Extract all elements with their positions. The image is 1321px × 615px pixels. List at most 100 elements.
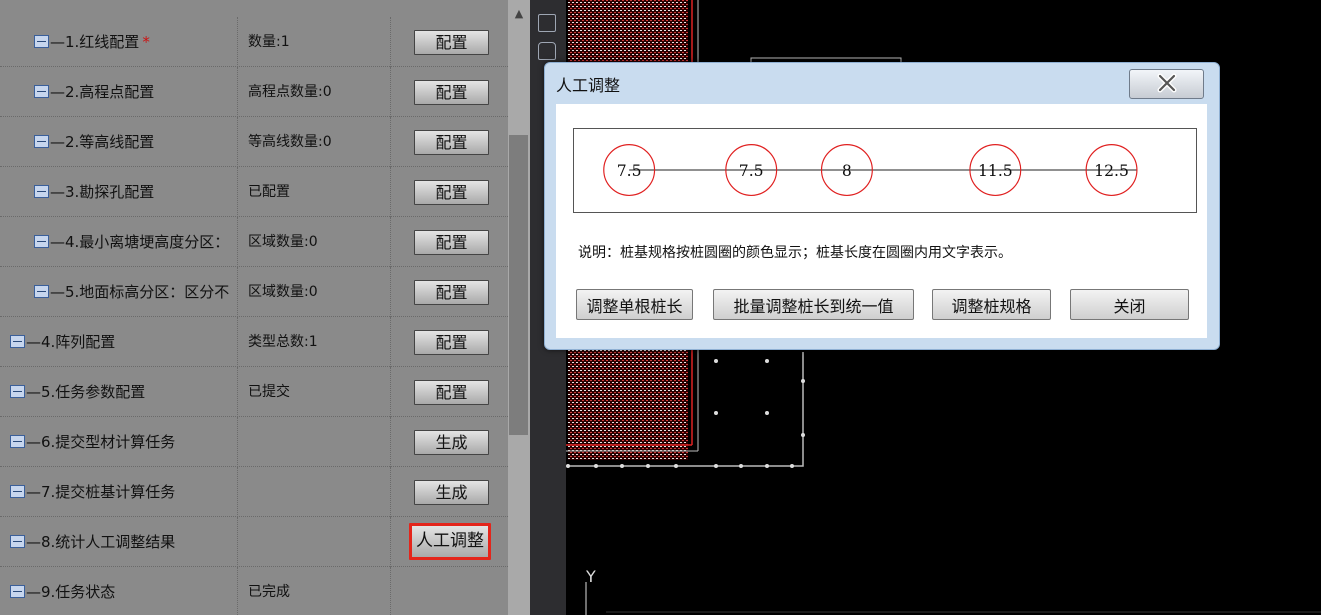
tree-item-status: 已完成 [248,584,290,600]
row-action-button[interactable]: 生成 [414,480,489,505]
column-divider [237,167,238,217]
tree-item-label: 6.提交型材计算任务 [41,433,176,451]
column-divider [390,167,391,217]
column-divider [237,117,238,167]
tree-item-status: 区域数量:0 [248,284,318,300]
column-divider [390,567,391,615]
manual-adjust-button[interactable]: 人工调整 [409,523,491,560]
row-action-button[interactable]: 配置 [414,330,489,355]
layer-eye-icon[interactable] [538,14,556,32]
required-marker: * [142,33,150,51]
collapse-toggle-icon[interactable] [10,484,25,498]
tree-item-label: 8.统计人工调整结果 [41,533,176,551]
column-divider [237,517,238,567]
column-divider [237,567,238,615]
row-action-button[interactable]: 配置 [414,80,489,105]
row-action-button[interactable]: 配置 [414,30,489,55]
tree-item-label: 2.高程点配置 [65,83,155,101]
dialog-body: 7.5 7.5 8 11.5 12.5 说明：桩基规格按桩圆圈的颜色显示；桩基长度在圆圈… [556,104,1207,338]
tree-row[interactable]: —2.等高线配置 等高线数量:0 配置 [0,117,508,167]
scroll-thumb[interactable] [509,135,528,435]
tree-item-name: —9.任务状态 [10,567,235,615]
tree-row[interactable]: —7.提交桩基计算任务 生成 [0,467,508,517]
tree-row[interactable]: —9.任务状态 已完成 [0,567,508,615]
lock-icon[interactable] [538,42,556,60]
column-divider [390,117,391,167]
column-divider [237,367,238,417]
collapse-toggle-icon[interactable] [10,534,25,548]
tree-item-label: 5.任务参数配置 [41,383,146,401]
tree-connector: — [50,83,65,101]
dialog-title: 人工调整 [556,76,621,95]
tree-item-name: —2.等高线配置 [34,117,235,167]
tree-connector: — [26,483,41,501]
tree-item-label: 2.等高线配置 [65,133,155,151]
column-divider [390,267,391,317]
tree-item-status: 数量:1 [248,34,290,50]
tree-item-name: —1.红线配置 * [34,17,235,67]
pile-length-label: 11.5 [978,162,1013,180]
column-divider [390,217,391,267]
column-divider [237,67,238,117]
adjust-pile-spec-button[interactable]: 调整桩规格 [932,289,1051,320]
tree-row[interactable]: —1.红线配置 * 数量:1 配置 [0,17,508,67]
collapse-toggle-icon[interactable] [34,284,49,298]
collapse-toggle-icon[interactable] [10,334,25,348]
pile-length-label: 8 [842,162,852,180]
collapse-toggle-icon[interactable] [34,184,49,198]
column-divider [390,417,391,467]
column-divider [390,67,391,117]
collapse-toggle-icon[interactable] [10,434,25,448]
pile-length-label: 7.5 [617,162,642,180]
tree-row[interactable]: —5.任务参数配置 已提交 配置 [0,367,508,417]
collapse-toggle-icon[interactable] [34,234,49,248]
tree-row[interactable]: —4.最小离塘埂高度分区： 区域数量:0 配置 [0,217,508,267]
collapse-toggle-icon[interactable] [34,134,49,148]
tree-row[interactable]: —4.阵列配置 类型总数:1 配置 [0,317,508,367]
scroll-up-arrow-icon[interactable]: ▲ [508,4,530,24]
batch-adjust-pile-button[interactable]: 批量调整桩长到统一值 [713,289,914,320]
tree-item-status: 等高线数量:0 [248,134,332,150]
tree-item-label: 4.最小离塘埂高度分区： [65,233,230,251]
column-divider [237,217,238,267]
adjust-single-pile-button[interactable]: 调整单根桩长 [576,289,693,320]
dialog-close-button[interactable] [1129,69,1204,99]
tree-connector: — [50,133,65,151]
collapse-toggle-icon[interactable] [10,584,25,598]
pile-preview: 7.5 7.5 8 11.5 12.5 [573,128,1197,213]
column-divider [237,267,238,317]
close-dialog-button[interactable]: 关闭 [1070,289,1189,320]
legend-note: 说明：桩基规格按桩圆圈的颜色显示；桩基长度在圆圈内用文字表示。 [578,245,1012,261]
tree-item-name: —4.阵列配置 [10,317,235,367]
column-divider [390,17,391,67]
tree-row[interactable]: —3.勘探孔配置 已配置 配置 [0,167,508,217]
collapse-toggle-icon[interactable] [34,34,49,48]
row-action-button[interactable]: 配置 [414,380,489,405]
tree-item-label: 4.阵列配置 [41,333,116,351]
tree-item-status: 区域数量:0 [248,234,318,250]
tree-item-name: —4.最小离塘埂高度分区： [34,217,235,267]
column-divider [390,467,391,517]
tree-connector: — [50,283,65,301]
tree-connector: — [26,533,41,551]
tree-item-name: —6.提交型材计算任务 [10,417,235,467]
row-action-button[interactable]: 配置 [414,230,489,255]
collapse-toggle-icon[interactable] [34,84,49,98]
tree-row[interactable]: —5.地面标高分区：区分不 区域数量:0 配置 [0,267,508,317]
column-divider [237,317,238,367]
tree-item-name: —5.地面标高分区：区分不 [34,267,235,317]
tree-row[interactable]: —6.提交型材计算任务 生成 [0,417,508,467]
collapse-toggle-icon[interactable] [10,384,25,398]
row-action-button[interactable]: 配置 [414,130,489,155]
row-action-button[interactable]: 配置 [414,180,489,205]
tree-item-label: 3.勘探孔配置 [65,183,155,201]
tree-item-label: 9.任务状态 [41,583,116,601]
tree-row[interactable]: —2.高程点配置 高程点数量:0 配置 [0,67,508,117]
row-action-button[interactable]: 配置 [414,280,489,305]
pile-length-label: 12.5 [1094,162,1129,180]
tree-row[interactable]: —8.统计人工调整结果 人工调整 [0,517,508,567]
task-tree-panel: —1.红线配置 * 数量:1 配置 —2.高程点配置 高程点数量:0 配置 —2.等高线配置等… [0,0,530,615]
tree-item-name: —7.提交桩基计算任务 [10,467,235,517]
tree-scrollbar[interactable]: ▲ [508,0,530,615]
row-action-button[interactable]: 生成 [414,430,489,455]
